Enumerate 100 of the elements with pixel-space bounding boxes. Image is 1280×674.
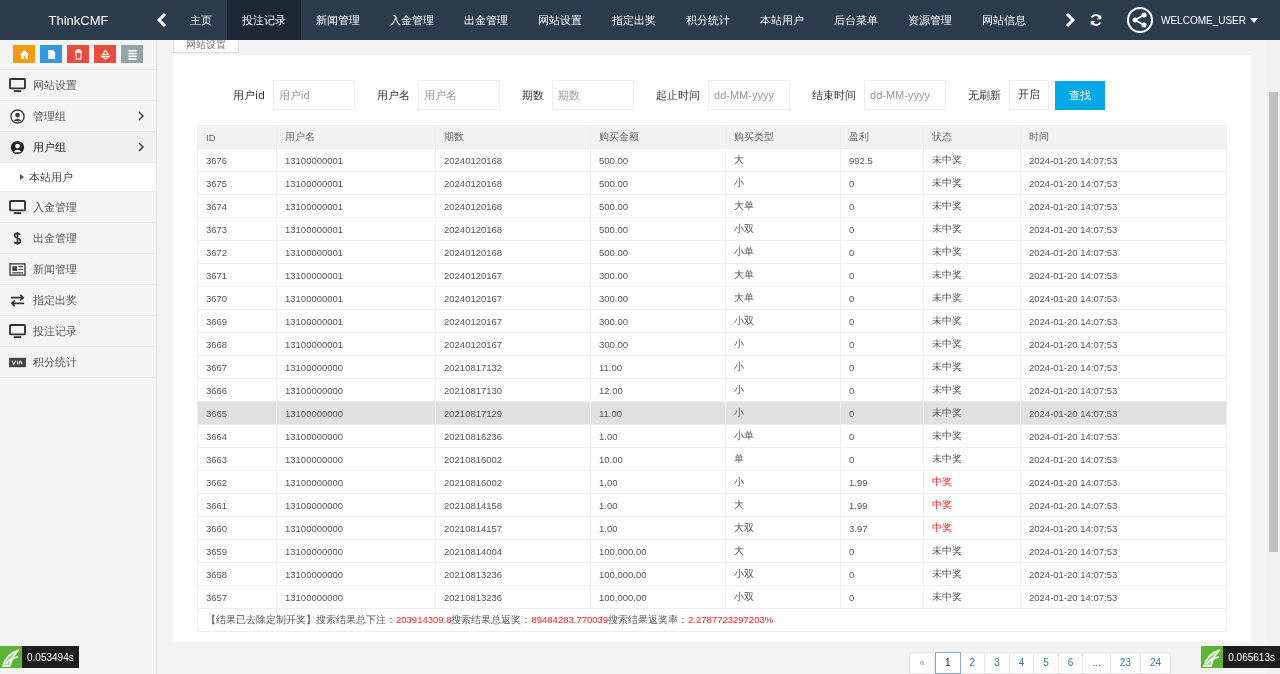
table-cell: 2024-01-20 14:07:53 <box>1020 355 1227 379</box>
table-cell: 20240120167 <box>435 332 591 356</box>
sidebar-item[interactable]: 出金管理 <box>0 223 156 254</box>
nav-tab[interactable]: 网站信息 <box>967 0 1041 40</box>
sidebar-item[interactable]: 投注记录 <box>0 316 156 347</box>
page-link[interactable]: 1 <box>935 652 961 674</box>
table-cell: 3668 <box>197 332 277 356</box>
page-link[interactable]: 2 <box>960 652 986 674</box>
table-cell: 2024-01-20 14:07:53 <box>1020 378 1227 402</box>
sidebar-item[interactable]: 指定出奖 <box>0 285 156 316</box>
sidebar-item[interactable]: 新闻管理 <box>0 254 156 285</box>
column-header: ID <box>197 125 277 149</box>
sidebar-label: 积分统计 <box>33 354 78 370</box>
filter-input[interactable]: 用户id <box>273 80 356 110</box>
table-cell: 单 <box>725 447 841 471</box>
filter-label: 期数 <box>522 87 545 103</box>
toolbar-button[interactable] <box>40 45 62 63</box>
nav-tab[interactable]: 投注记录 <box>227 0 301 40</box>
page-link[interactable]: 3 <box>985 652 1010 674</box>
table-cell: 中奖 <box>923 470 1021 494</box>
list-icon <box>126 48 138 60</box>
filter-input[interactable]: dd-MM-yyyy <box>708 80 791 110</box>
table-cell: 100,000.00 <box>590 562 726 586</box>
table-cell: 13100000001 <box>276 171 436 195</box>
chevron-left-icon[interactable] <box>157 13 167 27</box>
sidebar-label: 入金管理 <box>33 199 78 215</box>
table-cell: 13100000000 <box>276 424 436 448</box>
filter-input[interactable]: dd-MM-yyyy <box>864 80 947 110</box>
table-cell: 20210814157 <box>435 516 591 540</box>
sidebar-label: 出金管理 <box>33 230 78 246</box>
filter-label: 用户名 <box>377 87 411 103</box>
table-cell: 0 <box>840 240 924 264</box>
nav-tab[interactable]: 后台菜单 <box>819 0 893 40</box>
nav-tab[interactable]: 本站用户 <box>745 0 819 40</box>
toolbar-button[interactable] <box>67 45 89 63</box>
filter-label: 用户id <box>233 87 266 103</box>
nav-tab[interactable]: 出金管理 <box>449 0 523 40</box>
table-cell: 3660 <box>197 516 277 540</box>
table-cell: 13100000000 <box>276 493 436 517</box>
toolbar-button[interactable] <box>121 45 143 63</box>
table-cell: 0 <box>840 447 924 471</box>
table-cell: 3669 <box>197 309 277 333</box>
filter-label: 无刷新 <box>968 87 1002 103</box>
sidebar-item[interactable]: 用户组 <box>0 132 156 163</box>
page-link[interactable]: 24 <box>1140 652 1171 674</box>
refresh-select[interactable]: 开启 <box>1009 80 1050 110</box>
sidebar-label: 本站用户 <box>29 169 73 185</box>
table-cell: 小双 <box>725 217 841 241</box>
table-cell: 3666 <box>197 378 277 402</box>
avatar-icon[interactable] <box>1127 7 1153 33</box>
table-cell: 未中奖 <box>923 217 1021 241</box>
nav-tab[interactable]: 入金管理 <box>375 0 449 40</box>
table-cell: 未中奖 <box>923 148 1021 172</box>
newspaper-icon <box>9 261 26 277</box>
sidebar-item[interactable]: 积分统计 <box>0 347 156 378</box>
page-link[interactable]: ... <box>1083 652 1111 674</box>
table-cell: 13100000001 <box>276 286 436 310</box>
table-cell: 大 <box>725 148 841 172</box>
filter-input[interactable]: 期数 <box>552 80 635 110</box>
table-cell: 20240120167 <box>435 309 591 333</box>
table-cell: 0 <box>840 424 924 448</box>
table-cell: 0 <box>840 263 924 287</box>
caret-right-icon <box>20 174 24 180</box>
chevron-right-icon[interactable] <box>1065 13 1075 27</box>
sidebar-subitem[interactable]: 本站用户 <box>0 163 156 192</box>
table-cell: 0 <box>840 562 924 586</box>
page-link[interactable]: 6 <box>1058 652 1084 674</box>
page-tab[interactable]: 网站设置 <box>173 40 239 53</box>
table-cell: 20210814004 <box>435 539 591 563</box>
page-link[interactable]: 4 <box>1009 652 1035 674</box>
table-cell: 未中奖 <box>923 332 1021 356</box>
table-cell: 13100000001 <box>276 217 436 241</box>
toolbar-button[interactable] <box>94 45 116 63</box>
table-cell: 未中奖 <box>923 240 1021 264</box>
sidebar-item[interactable]: 入金管理 <box>0 192 156 223</box>
table-cell: 3671 <box>197 263 277 287</box>
nav-tab[interactable]: 积分统计 <box>671 0 745 40</box>
page-link[interactable]: 5 <box>1034 652 1059 674</box>
table-cell: 3676 <box>197 148 277 172</box>
caret-icon[interactable] <box>1250 17 1258 23</box>
nav-tab[interactable]: 指定出奖 <box>597 0 671 40</box>
user-menu[interactable]: WELCOME_USER <box>1161 14 1246 26</box>
nav-tab[interactable]: 网站设置 <box>523 0 597 40</box>
table-cell: 20240120167 <box>435 286 591 310</box>
refresh-icon[interactable] <box>1089 13 1103 27</box>
table-cell: 20240120167 <box>435 263 591 287</box>
table-cell: 992.5 <box>840 148 924 172</box>
nav-tab[interactable]: 资源管理 <box>893 0 967 40</box>
nav-tab[interactable]: 主页 <box>175 0 227 40</box>
table-cell: 300.00 <box>590 332 726 356</box>
table-cell: 中奖 <box>923 516 1021 540</box>
sidebar-item[interactable]: 网站设置 <box>0 70 156 101</box>
trash-icon <box>72 48 84 60</box>
table-cell: 13100000000 <box>276 447 436 471</box>
table-cell: 0 <box>840 194 924 218</box>
page-link[interactable]: 23 <box>1110 652 1141 674</box>
filter-label: 结束时间 <box>812 87 857 103</box>
filter-input[interactable]: 用户名 <box>418 80 501 110</box>
nav-tab[interactable]: 新闻管理 <box>301 0 375 40</box>
timing-text: 0.053494s <box>26 651 75 663</box>
